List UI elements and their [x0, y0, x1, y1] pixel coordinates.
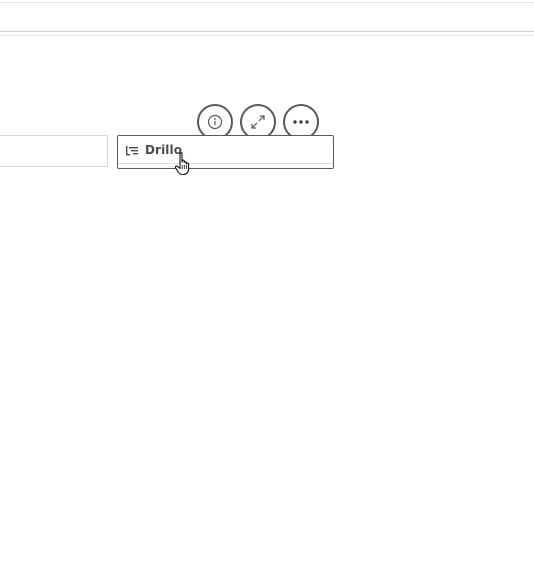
expand-icon	[251, 115, 265, 129]
drill-down-icon	[125, 143, 139, 157]
filter-pane-divider	[118, 163, 333, 164]
filter-pane-previous[interactable]	[0, 135, 108, 167]
info-icon	[207, 114, 223, 130]
hand-pointer-cursor	[174, 151, 194, 177]
top-toolbar	[0, 2, 534, 32]
more-icon	[293, 120, 309, 124]
toolbar-divider	[0, 35, 534, 36]
filter-pane-drillo[interactable]: Drillo	[117, 135, 334, 169]
